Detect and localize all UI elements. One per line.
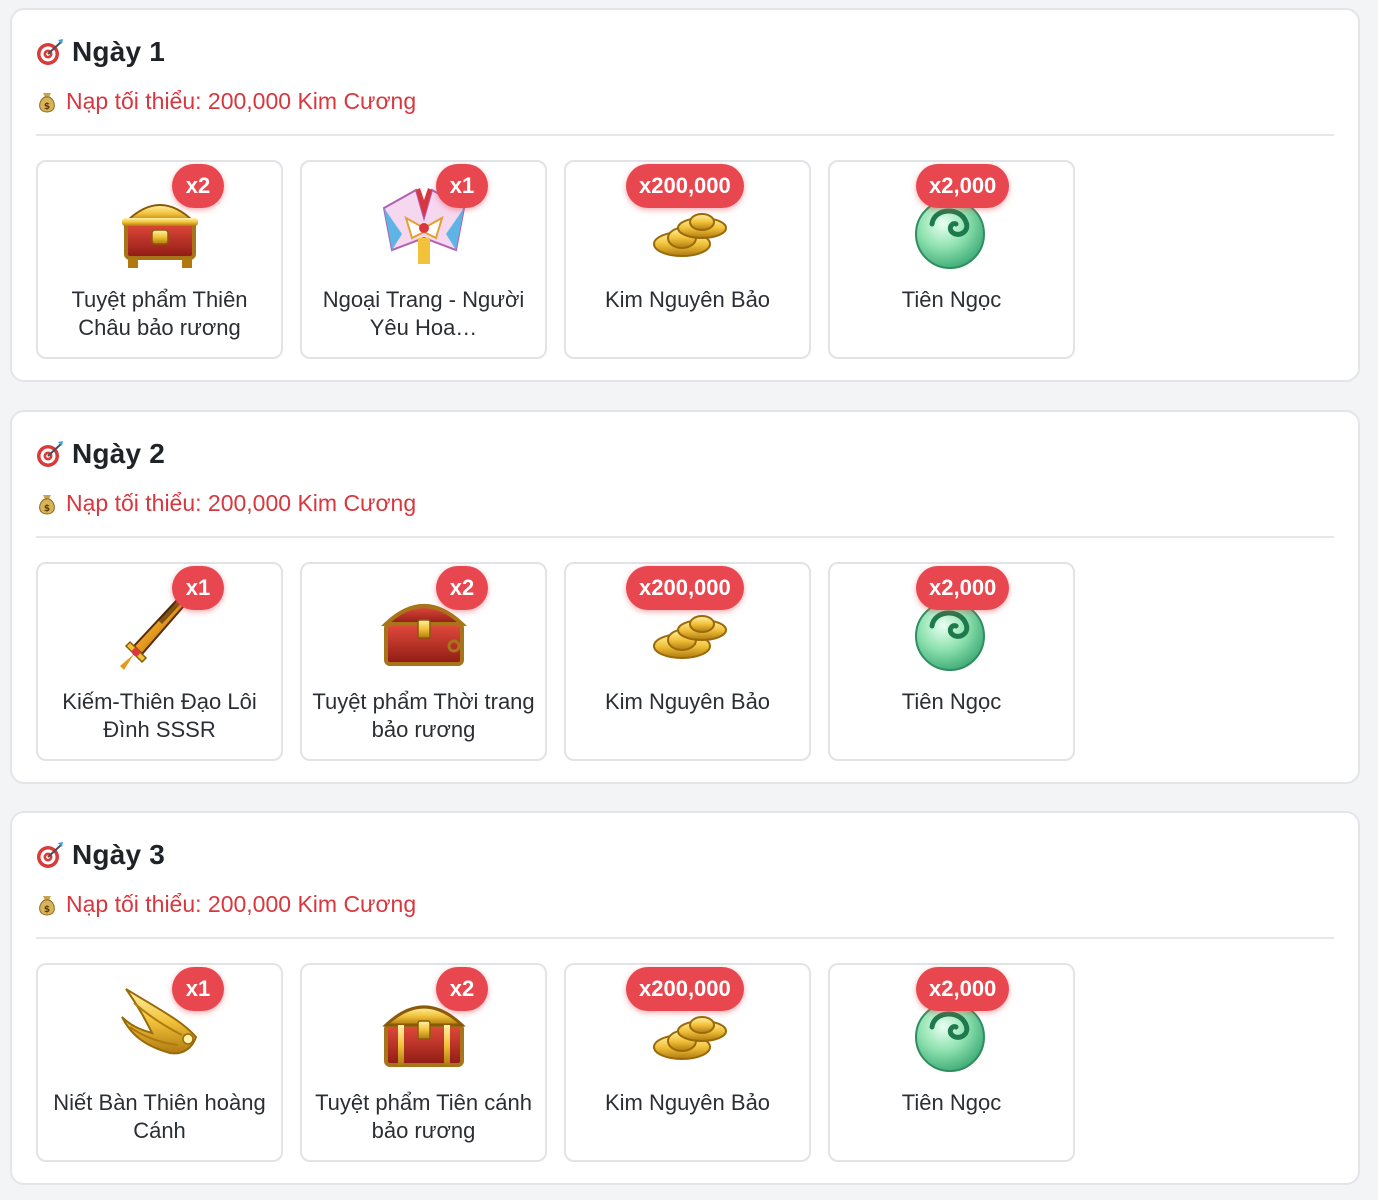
day-card-1: Ngày 1 $ Nạp tối thiểu: 200,000 Kim Cươn… bbox=[10, 8, 1360, 382]
quantity-badge: x200,000 bbox=[626, 967, 744, 1011]
daily-recharge-rewards-page: Ngày 1 $ Nạp tối thiểu: 200,000 Kim Cươn… bbox=[0, 0, 1378, 1200]
target-dart-icon bbox=[36, 841, 64, 869]
svg-text:$: $ bbox=[44, 905, 50, 915]
divider bbox=[36, 134, 1334, 136]
reward-name: Tiên Ngọc bbox=[901, 287, 1002, 312]
min-requirement-row: $ Nạp tối thiểu: 200,000 Kim Cương bbox=[36, 88, 416, 115]
day-card-2: Ngày 2 $ Nạp tối thiểu: 200,000 Kim Cươn… bbox=[10, 410, 1360, 784]
reward-list: x2 Tuyệt phẩm Thiên Châu bảo rương x1 Ng… bbox=[36, 160, 1075, 359]
money-bag-icon: $ bbox=[36, 893, 58, 917]
divider bbox=[36, 536, 1334, 538]
quantity-badge: x2,000 bbox=[916, 164, 1010, 208]
reward-name: Tuyệt phẩm Thiên Châu bảo rương bbox=[71, 287, 248, 340]
quantity-badge: x2 bbox=[172, 164, 224, 208]
reward-item[interactable]: x1 Niết Bàn Thiên hoàng Cánh bbox=[36, 963, 283, 1162]
target-dart-icon bbox=[36, 440, 64, 468]
reward-item[interactable]: x1 Ngoại Trang - Người Yêu Hoa… bbox=[300, 160, 547, 359]
reward-item[interactable]: x2 Tuyệt phẩm Thiên Châu bảo rương bbox=[36, 160, 283, 359]
quantity-badge: x2 bbox=[436, 566, 488, 610]
day-title-row: Ngày 2 bbox=[36, 438, 165, 470]
svg-text:$: $ bbox=[44, 504, 50, 514]
day-title: Ngày 1 bbox=[72, 36, 166, 67]
reward-name: Kim Nguyên Bảo bbox=[604, 689, 771, 714]
reward-item[interactable]: x200,000 Kim Nguyên Bảo bbox=[564, 963, 811, 1162]
reward-item[interactable]: x200,000 Kim Nguyên Bảo bbox=[564, 562, 811, 761]
reward-item[interactable]: x2 Tuyệt phẩm Thời trang bảo rương bbox=[300, 562, 547, 761]
quantity-badge: x200,000 bbox=[626, 566, 744, 610]
reward-name: Tiên Ngọc bbox=[901, 1090, 1002, 1115]
day-title: Ngày 3 bbox=[72, 839, 166, 870]
quantity-badge: x2,000 bbox=[916, 967, 1010, 1011]
reward-name: Tuyệt phẩm Thời trang bảo rương bbox=[312, 689, 535, 742]
money-bag-icon: $ bbox=[36, 492, 58, 516]
quantity-badge: x1 bbox=[172, 566, 224, 610]
quantity-badge: x1 bbox=[172, 967, 224, 1011]
reward-item[interactable]: x2,000 Tiên Ngọc bbox=[828, 963, 1075, 1162]
day-title: Ngày 2 bbox=[72, 438, 166, 469]
divider bbox=[36, 937, 1334, 939]
reward-list: x1 Kiếm-Thiên Đạo Lôi Đình SSSR x2 Tuyệt… bbox=[36, 562, 1075, 761]
reward-name: Kim Nguyên Bảo bbox=[604, 1090, 771, 1115]
reward-item[interactable]: x2,000 Tiên Ngọc bbox=[828, 160, 1075, 359]
reward-name: Ngoại Trang - Người Yêu Hoa… bbox=[322, 287, 525, 340]
reward-item[interactable]: x1 Kiếm-Thiên Đạo Lôi Đình SSSR bbox=[36, 562, 283, 761]
reward-name: Tuyệt phẩm Tiên cánh bảo rương bbox=[315, 1090, 532, 1143]
reward-item[interactable]: x2 Tuyệt phẩm Tiên cánh bảo rương bbox=[300, 963, 547, 1162]
quantity-badge: x2 bbox=[436, 967, 488, 1011]
reward-item[interactable]: x200,000 Kim Nguyên Bảo bbox=[564, 160, 811, 359]
min-requirement-row: $ Nạp tối thiểu: 200,000 Kim Cương bbox=[36, 490, 416, 517]
min-requirement-row: $ Nạp tối thiểu: 200,000 Kim Cương bbox=[36, 891, 416, 918]
reward-name: Tiên Ngọc bbox=[901, 689, 1002, 714]
quantity-badge: x1 bbox=[436, 164, 488, 208]
target-dart-icon bbox=[36, 38, 64, 66]
min-requirement-text: Nạp tối thiểu: 200,000 Kim Cương bbox=[66, 88, 417, 114]
min-requirement-text: Nạp tối thiểu: 200,000 Kim Cương bbox=[66, 490, 417, 516]
reward-item[interactable]: x2,000 Tiên Ngọc bbox=[828, 562, 1075, 761]
reward-name: Kim Nguyên Bảo bbox=[604, 287, 771, 312]
money-bag-icon: $ bbox=[36, 90, 58, 114]
reward-list: x1 Niết Bàn Thiên hoàng Cánh x2 Tuyệt ph… bbox=[36, 963, 1075, 1162]
day-title-row: Ngày 1 bbox=[36, 36, 165, 68]
quantity-badge: x200,000 bbox=[626, 164, 744, 208]
reward-name: Niết Bàn Thiên hoàng Cánh bbox=[53, 1090, 266, 1143]
quantity-badge: x2,000 bbox=[916, 566, 1010, 610]
min-requirement-text: Nạp tối thiểu: 200,000 Kim Cương bbox=[66, 891, 417, 917]
reward-name: Kiếm-Thiên Đạo Lôi Đình SSSR bbox=[62, 689, 257, 742]
day-title-row: Ngày 3 bbox=[36, 839, 165, 871]
day-card-3: Ngày 3 $ Nạp tối thiểu: 200,000 Kim Cươn… bbox=[10, 811, 1360, 1185]
svg-text:$: $ bbox=[44, 102, 50, 112]
